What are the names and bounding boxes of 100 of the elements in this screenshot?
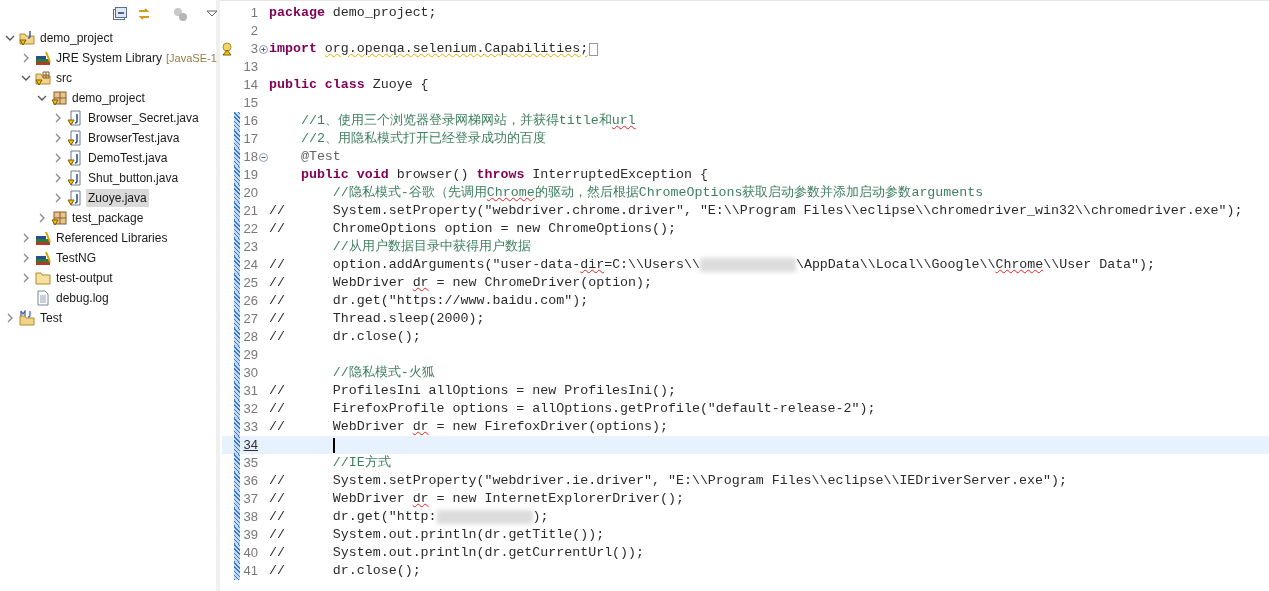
tree-item[interactable]: src [54, 69, 74, 87]
tree-item[interactable]: demo_project [70, 89, 147, 107]
tree-item[interactable]: BrowserTest.java [86, 129, 182, 147]
code-text: import [269, 40, 318, 59]
package-icon [51, 90, 67, 106]
code-text: org.openqa.selenium.Capabilities; [324, 40, 589, 59]
code-text: \AppData\\Local\\Google\\ [795, 256, 996, 275]
line-number: 19 [242, 166, 258, 185]
code-text: dr [412, 418, 429, 437]
code-text: //从用户数据目录中获得用户数据 [331, 238, 531, 257]
code-text: // WebDriver [269, 418, 406, 437]
line-number: 33 [242, 418, 258, 437]
line-number: 38 [242, 508, 258, 527]
tree-item[interactable]: test-output [54, 269, 115, 287]
code-text: public void [299, 166, 389, 185]
code-text: =C:\\Users\\ [604, 256, 700, 275]
line-number: 26 [242, 292, 258, 311]
line-number: 35 [242, 454, 258, 473]
java-file-icon [67, 190, 83, 206]
line-number: 31 [242, 382, 258, 401]
package-icon [51, 210, 67, 226]
code-text: // WebDriver [269, 490, 406, 509]
code-text: demo_project; [331, 4, 437, 23]
line-number: 14 [242, 76, 258, 95]
project-folder-icon [19, 30, 35, 46]
link-arrows-icon[interactable] [136, 6, 152, 22]
code-text: public class [269, 76, 365, 95]
line-number: 37 [242, 490, 258, 509]
tree-item[interactable]: Browser_Secret.java [86, 109, 201, 127]
collapse-all-icon[interactable] [112, 6, 128, 22]
code-text: // Thread.sleep(2000); [269, 310, 485, 329]
code-text: = new FirefoxDriver(options); [435, 418, 668, 437]
code-text: // dr.close(); [269, 562, 421, 581]
code-text: // ProfilesIni allOptions = new ProfilesIni(); [269, 382, 676, 401]
tree-item[interactable]: Referenced Libraries [54, 229, 170, 247]
decoration-label: [JavaSE-1 [166, 50, 217, 66]
code-text: // FirefoxProfile options = allOptions.getProfile("default-release-2"); [269, 400, 876, 419]
code-text: //1、使用三个浏览器登录网梯网站，并获得title和 [299, 112, 612, 131]
line-number: 29 [242, 346, 258, 365]
library-books-icon [35, 230, 51, 246]
code-text: //隐私模式-谷歌（先调用 [331, 184, 487, 203]
code-text: //隐私模式-火狐 [331, 364, 435, 383]
line-number: 27 [242, 310, 258, 329]
line-number: 30 [242, 364, 258, 383]
code-text: // dr.close(); [269, 328, 421, 347]
code-text: //2、用隐私模式打开已经登录成功的百度 [299, 130, 546, 149]
tree-item[interactable]: TestNG [54, 249, 98, 267]
code-text: Zuoye { [371, 76, 429, 95]
code-text: \\User Data"); [1043, 256, 1156, 275]
line-number: 24 [242, 256, 258, 275]
code-text: Chrome [995, 256, 1044, 275]
code-text: throws [476, 166, 525, 185]
line-number: 18 [242, 148, 258, 167]
line-number: 39 [242, 526, 258, 545]
library-books-icon [35, 50, 51, 66]
code-text: // option.addArguments("user-data- [269, 256, 581, 275]
line-number: 2 [249, 22, 258, 41]
maven-project-icon [19, 310, 35, 326]
line-number: 34 [242, 436, 258, 455]
line-number: 21 [242, 202, 258, 221]
folded-code-box-icon[interactable] [589, 42, 599, 56]
code-text: // System.setProperty("webdriver.ie.driver", "E:\\Program Files\\eclipse\\IEDriverServer.exe"); [269, 472, 1067, 491]
code-text: browser() [395, 166, 470, 185]
expand-fold-icon[interactable] [259, 44, 268, 54]
line-number: 3 [249, 40, 258, 59]
java-file-icon [67, 130, 83, 146]
code-text: url [611, 112, 636, 131]
source-folder-icon [35, 70, 51, 86]
tree-item[interactable]: JRE System Library [54, 49, 165, 67]
line-number: 40 [242, 544, 258, 563]
code-text: = new InternetExplorerDriver(); [435, 490, 684, 509]
text-file-icon [35, 290, 51, 306]
code-text: // System.out.println(dr.getCurrentUrl()); [269, 544, 645, 563]
tree-item[interactable]: test_package [70, 209, 146, 227]
code-text: // dr.get("https://www.baidu.com"); [269, 292, 589, 311]
code-text: dr [412, 274, 429, 293]
code-text: //IE方式 [331, 454, 391, 473]
line-number: 32 [242, 400, 258, 419]
line-number: 22 [242, 220, 258, 239]
code-text: ); [532, 508, 549, 527]
tree-item[interactable]: Zuoye.java [86, 189, 149, 207]
tree-item[interactable]: debug.log [54, 289, 111, 307]
code-text: InterruptedException { [531, 166, 708, 185]
library-books-icon [35, 250, 51, 266]
tree-item[interactable]: Test [38, 309, 64, 327]
code-text: 的驱动，然后根据ChromeOptions获取启动参数并添加启动参数arguments [534, 184, 984, 203]
line-number: 36 [242, 472, 258, 491]
collapse-fold-icon[interactable] [259, 152, 268, 162]
line-number: 23 [242, 238, 258, 257]
code-text: dir [580, 256, 605, 275]
text-caret [333, 437, 335, 453]
java-file-icon [67, 110, 83, 126]
code-text: @Test [299, 148, 341, 167]
tree-item[interactable]: DemoTest.java [86, 149, 170, 167]
java-file-icon [67, 150, 83, 166]
line-number: 15 [242, 94, 258, 113]
tree-item[interactable]: Shut_button.java [86, 169, 181, 187]
code-text: Chrome [486, 184, 535, 203]
tree-item[interactable]: demo_project [38, 29, 115, 47]
line-number: 20 [242, 184, 258, 203]
